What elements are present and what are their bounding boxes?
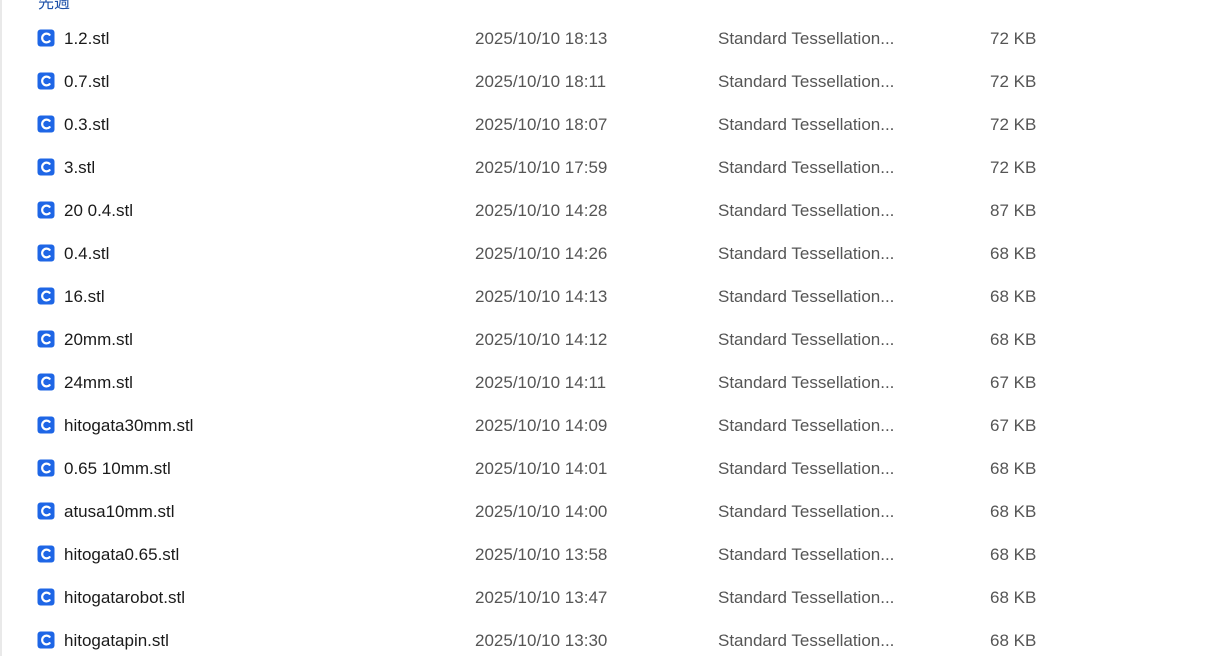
file-date-modified: 2025/10/10 18:07 xyxy=(475,115,608,134)
stl-file-icon xyxy=(37,158,55,176)
file-size: 68 KB xyxy=(990,244,1037,263)
file-date-modified: 2025/10/10 14:11 xyxy=(475,373,607,392)
file-size: 72 KB xyxy=(990,29,1037,48)
file-row[interactable]: hitogatarobot.stl 2025/10/10 13:47 Stand… xyxy=(0,576,1212,619)
group-header[interactable]: 先週 xyxy=(38,0,70,12)
file-date-modified: 2025/10/10 14:01 xyxy=(475,459,608,478)
file-size: 72 KB xyxy=(990,158,1037,177)
file-name: 1.2.stl xyxy=(64,29,110,48)
file-row[interactable]: 0.65 10mm.stl 2025/10/10 14:01 Standard … xyxy=(0,447,1212,490)
file-type: Standard Tessellation... xyxy=(718,545,895,564)
file-row[interactable]: 0.3.stl 2025/10/10 18:07 Standard Tessel… xyxy=(0,103,1212,146)
file-date-modified: 2025/10/10 14:12 xyxy=(475,330,608,349)
file-type: Standard Tessellation... xyxy=(718,158,895,177)
file-list: 1.2.stl 2025/10/10 18:13 Standard Tessel… xyxy=(0,17,1212,662)
file-date-modified: 2025/10/10 14:00 xyxy=(475,502,608,521)
file-name: 0.3.stl xyxy=(64,115,110,134)
file-name: 20mm.stl xyxy=(64,330,133,349)
file-name: 16.stl xyxy=(64,287,105,306)
file-date-modified: 2025/10/10 13:47 xyxy=(475,588,608,607)
file-row[interactable]: atusa10mm.stl 2025/10/10 14:00 Standard … xyxy=(0,490,1212,533)
file-type: Standard Tessellation... xyxy=(718,72,895,91)
stl-file-icon xyxy=(37,72,55,90)
file-name: hitogata30mm.stl xyxy=(64,416,194,435)
file-size: 68 KB xyxy=(990,588,1037,607)
file-size: 68 KB xyxy=(990,330,1037,349)
stl-file-icon xyxy=(37,330,55,348)
file-type: Standard Tessellation... xyxy=(718,459,895,478)
file-name: hitogata0.65.stl xyxy=(64,545,180,564)
file-date-modified: 2025/10/10 14:28 xyxy=(475,201,608,220)
file-row[interactable]: 0.4.stl 2025/10/10 14:26 Standard Tessel… xyxy=(0,232,1212,275)
file-size: 68 KB xyxy=(990,459,1037,478)
file-name: hitogatarobot.stl xyxy=(64,588,185,607)
stl-file-icon xyxy=(37,115,55,133)
file-name: 0.4.stl xyxy=(64,244,110,263)
file-type: Standard Tessellation... xyxy=(718,287,895,306)
file-row[interactable]: 16.stl 2025/10/10 14:13 Standard Tessell… xyxy=(0,275,1212,318)
stl-file-icon xyxy=(37,502,55,520)
file-date-modified: 2025/10/10 17:59 xyxy=(475,158,608,177)
file-size: 68 KB xyxy=(990,545,1037,564)
file-size: 72 KB xyxy=(990,72,1037,91)
file-size: 87 KB xyxy=(990,201,1037,220)
file-size: 72 KB xyxy=(990,115,1037,134)
file-name: 0.7.stl xyxy=(64,72,110,91)
file-row[interactable]: 20 0.4.stl 2025/10/10 14:28 Standard Tes… xyxy=(0,189,1212,232)
file-row[interactable]: hitogata30mm.stl 2025/10/10 14:09 Standa… xyxy=(0,404,1212,447)
file-size: 67 KB xyxy=(990,373,1037,392)
file-size: 68 KB xyxy=(990,502,1037,521)
file-row[interactable]: 24mm.stl 2025/10/10 14:11 Standard Tesse… xyxy=(0,361,1212,404)
stl-file-icon xyxy=(37,373,55,391)
file-name: atusa10mm.stl xyxy=(64,502,175,521)
file-row[interactable]: 20mm.stl 2025/10/10 14:12 Standard Tesse… xyxy=(0,318,1212,361)
stl-file-icon xyxy=(37,244,55,262)
file-row[interactable]: hitogata0.65.stl 2025/10/10 13:58 Standa… xyxy=(0,533,1212,576)
file-row[interactable]: 3.stl 2025/10/10 17:59 Standard Tessella… xyxy=(0,146,1212,189)
file-name: 0.65 10mm.stl xyxy=(64,459,171,478)
stl-file-icon xyxy=(37,588,55,606)
file-type: Standard Tessellation... xyxy=(718,588,895,607)
file-type: Standard Tessellation... xyxy=(718,244,895,263)
file-name: 20 0.4.stl xyxy=(64,201,133,220)
file-type: Standard Tessellation... xyxy=(718,502,895,521)
file-name: 3.stl xyxy=(64,158,96,177)
file-name: 24mm.stl xyxy=(64,373,133,392)
stl-file-icon xyxy=(37,416,55,434)
file-size: 68 KB xyxy=(990,287,1037,306)
file-date-modified: 2025/10/10 18:13 xyxy=(475,29,608,48)
stl-file-icon xyxy=(37,29,55,47)
stl-file-icon xyxy=(37,287,55,305)
file-type: Standard Tessellation... xyxy=(718,115,895,134)
stl-file-icon xyxy=(37,459,55,477)
stl-file-icon xyxy=(37,631,55,649)
file-type: Standard Tessellation... xyxy=(718,201,895,220)
stl-file-icon xyxy=(37,201,55,219)
file-type: Standard Tessellation... xyxy=(718,29,895,48)
file-date-modified: 2025/10/10 18:11 xyxy=(475,72,607,91)
file-type: Standard Tessellation... xyxy=(718,330,895,349)
file-size: 67 KB xyxy=(990,416,1037,435)
file-date-modified: 2025/10/10 13:58 xyxy=(475,545,608,564)
file-type: Standard Tessellation... xyxy=(718,416,895,435)
file-row[interactable]: 1.2.stl 2025/10/10 18:13 Standard Tessel… xyxy=(0,17,1212,60)
file-date-modified: 2025/10/10 14:13 xyxy=(475,287,608,306)
file-date-modified: 2025/10/10 14:09 xyxy=(475,416,608,435)
stl-file-icon xyxy=(37,545,55,563)
file-row[interactable]: 0.7.stl 2025/10/10 18:11 Standard Tessel… xyxy=(0,60,1212,103)
file-date-modified: 2025/10/10 14:26 xyxy=(475,244,608,263)
file-type: Standard Tessellation... xyxy=(718,373,895,392)
